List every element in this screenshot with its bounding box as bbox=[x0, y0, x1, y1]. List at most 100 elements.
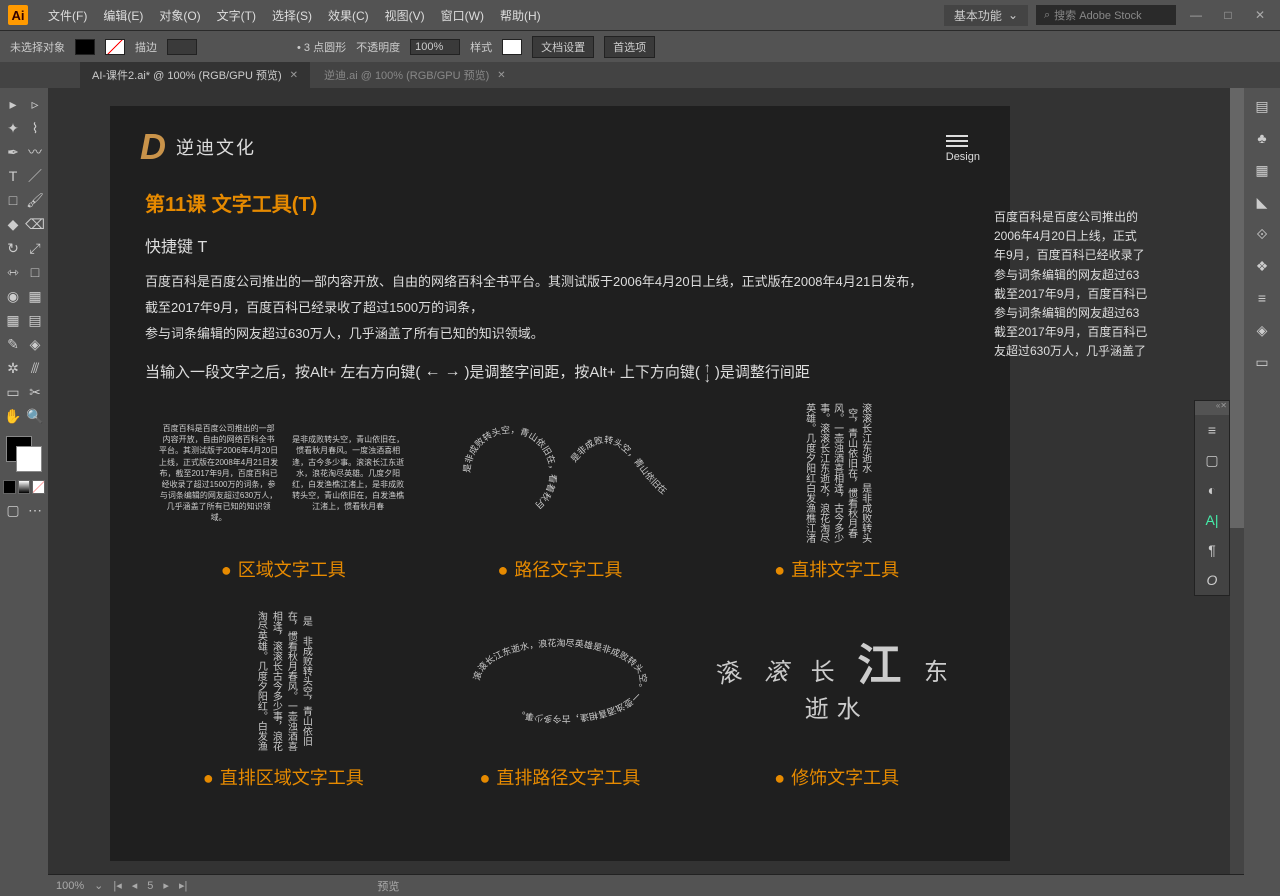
pen-tool[interactable]: ✒ bbox=[3, 141, 23, 163]
hand-tool[interactable]: ✋ bbox=[3, 405, 23, 427]
layers-icon[interactable]: ◈ bbox=[1252, 320, 1272, 340]
minimize-button[interactable]: — bbox=[1184, 6, 1208, 24]
stroke-weight-input[interactable] bbox=[167, 39, 197, 55]
selection-tool[interactable]: ▸ bbox=[3, 93, 23, 115]
symbols-icon[interactable]: ❖ bbox=[1252, 256, 1272, 276]
color-picker[interactable] bbox=[2, 436, 46, 476]
gradient-tool[interactable]: ▤ bbox=[25, 309, 45, 331]
rectangle-tool[interactable]: □ bbox=[3, 189, 23, 211]
artboards-icon[interactable]: ▭ bbox=[1252, 352, 1272, 372]
preview-mode: 预览 bbox=[377, 878, 399, 894]
screen-mode[interactable]: ▢ bbox=[3, 499, 23, 521]
free-transform-tool[interactable]: □ bbox=[25, 261, 45, 283]
menu-select[interactable]: 选择(S) bbox=[264, 7, 320, 24]
line-tool[interactable]: ／ bbox=[25, 165, 45, 187]
document-tab-active[interactable]: AI-课件2.ai* @ 100% (RGB/GPU 预览) ✕ bbox=[80, 62, 310, 88]
fill-swatch[interactable] bbox=[75, 39, 95, 55]
panel-icon-paragraph2[interactable]: ¶ bbox=[1195, 535, 1229, 565]
blend-tool[interactable]: ◈ bbox=[25, 333, 45, 355]
app-logo: Ai bbox=[8, 5, 28, 25]
width-tool[interactable]: ⇿ bbox=[3, 261, 23, 283]
menu-help[interactable]: 帮助(H) bbox=[492, 7, 549, 24]
design-label: Design bbox=[946, 151, 980, 163]
stroke-swatch[interactable] bbox=[105, 39, 125, 55]
lasso-tool[interactable]: ⌇ bbox=[25, 117, 45, 139]
doc-setup-button[interactable]: 文档设置 bbox=[532, 36, 594, 58]
menu-edit[interactable]: 编辑(E) bbox=[95, 7, 151, 24]
edit-toolbar[interactable]: ⋯ bbox=[25, 499, 45, 521]
close-button[interactable]: ✕ bbox=[1248, 6, 1272, 24]
brushes-icon[interactable]: ⟐ bbox=[1252, 224, 1272, 244]
nav-first-icon[interactable]: |◂ bbox=[113, 879, 121, 892]
curvature-tool[interactable]: 〰 bbox=[25, 141, 45, 163]
canvas[interactable]: D 逆迪文化 Design 第11课 文字工具(T) 快捷键 T 百度百科是百度… bbox=[48, 88, 1244, 896]
close-icon[interactable]: ✕ bbox=[497, 70, 505, 81]
stroke-icon[interactable]: ≡ bbox=[1252, 288, 1272, 308]
selection-status: 未选择对象 bbox=[10, 39, 65, 55]
fill-mode[interactable] bbox=[3, 480, 16, 494]
area-text-sample: 百度百科是百度公司推出的一部内容开放，自由的网络百科全书平台。其测试版于2006… bbox=[159, 423, 279, 524]
panel-icon-character[interactable]: A| bbox=[1195, 505, 1229, 535]
eraser-tool[interactable]: ⌫ bbox=[25, 213, 45, 235]
floating-panel[interactable]: «✕ ≡ ▢ ◐ A| ¶ O bbox=[1194, 400, 1230, 596]
style-swatch[interactable] bbox=[502, 39, 522, 55]
nav-prev-icon[interactable]: ◂ bbox=[132, 879, 138, 892]
scale-tool[interactable]: ⤢ bbox=[25, 237, 45, 259]
menu-object[interactable]: 对象(O) bbox=[151, 7, 208, 24]
brush-tool[interactable]: 🖌 bbox=[25, 189, 45, 211]
graph-tool[interactable]: ⫻ bbox=[25, 357, 45, 379]
path-text-sample: 是非成败转头空，青山依旧在，看着秋月 是非成败转头空，青山依旧在 bbox=[450, 403, 670, 543]
close-icon[interactable]: ✕ bbox=[290, 70, 298, 81]
rotate-tool[interactable]: ↻ bbox=[3, 237, 23, 259]
document-tab-inactive[interactable]: 逆迪.ai @ 100% (RGB/GPU 预览) ✕ bbox=[312, 62, 518, 88]
shape-builder-tool[interactable]: ◉ bbox=[3, 285, 23, 307]
shaper-tool[interactable]: ◆ bbox=[3, 213, 23, 235]
panel-icon-opentype[interactable]: O bbox=[1195, 565, 1229, 595]
mesh-tool[interactable]: ▦ bbox=[3, 309, 23, 331]
nav-next-icon[interactable]: ▸ bbox=[163, 879, 169, 892]
scrollbar-thumb[interactable] bbox=[1230, 88, 1244, 528]
direct-selection-tool[interactable]: ▹ bbox=[25, 93, 45, 115]
chevron-down-icon[interactable]: ⌄ bbox=[94, 879, 103, 892]
swatches-icon[interactable]: ◣ bbox=[1252, 192, 1272, 212]
menu-window[interactable]: 窗口(W) bbox=[433, 7, 492, 24]
menu-file[interactable]: 文件(F) bbox=[40, 7, 95, 24]
menu-type[interactable]: 文字(T) bbox=[209, 7, 264, 24]
workspace-label: 基本功能 bbox=[954, 7, 1002, 24]
maximize-button[interactable]: □ bbox=[1216, 6, 1240, 24]
menu-effect[interactable]: 效果(C) bbox=[320, 7, 377, 24]
label-vertical-path: ●直排路径文字工具 bbox=[435, 764, 684, 790]
type-tool[interactable]: T bbox=[3, 165, 23, 187]
nav-last-icon[interactable]: ▸| bbox=[179, 879, 187, 892]
gradient-mode[interactable] bbox=[18, 480, 31, 494]
label-vertical-area: ●直排区域文字工具 bbox=[159, 764, 408, 790]
panel-icon-transparency[interactable]: ◐ bbox=[1195, 475, 1229, 505]
titlebar: Ai 文件(F) 编辑(E) 对象(O) 文字(T) 选择(S) 效果(C) 视… bbox=[0, 0, 1280, 30]
libraries-icon[interactable]: ♣ bbox=[1252, 128, 1272, 148]
menu-view[interactable]: 视图(V) bbox=[377, 7, 433, 24]
color-icon[interactable]: ▦ bbox=[1252, 160, 1272, 180]
artboard-tool[interactable]: ▭ bbox=[3, 381, 23, 403]
magic-wand-tool[interactable]: ✦ bbox=[3, 117, 23, 139]
slice-tool[interactable]: ✂ bbox=[25, 381, 45, 403]
background-color[interactable] bbox=[16, 446, 42, 472]
artboard: D 逆迪文化 Design 第11课 文字工具(T) 快捷键 T 百度百科是百度… bbox=[110, 106, 1010, 861]
search-input[interactable]: ⌕ 搜索 Adobe Stock bbox=[1036, 5, 1176, 25]
zoom-level[interactable]: 100% bbox=[56, 880, 84, 892]
perspective-tool[interactable]: ▦ bbox=[25, 285, 45, 307]
eyedropper-tool[interactable]: ✎ bbox=[3, 333, 23, 355]
prefs-button[interactable]: 首选项 bbox=[604, 36, 655, 58]
panel-icon-appearance[interactable]: ▢ bbox=[1195, 445, 1229, 475]
zoom-tool[interactable]: 🔍 bbox=[25, 405, 45, 427]
properties-icon[interactable]: ▤ bbox=[1252, 96, 1272, 116]
close-icon[interactable]: ✕ bbox=[1220, 401, 1227, 415]
symbol-sprayer-tool[interactable]: ✲ bbox=[3, 357, 23, 379]
opacity-input[interactable] bbox=[410, 39, 460, 55]
statusbar: 100% ⌄ |◂ ◂ 5 ▸ ▸| 预览 bbox=[48, 874, 1244, 896]
svg-text:是非成败转头空，青山依旧在: 是非成败转头空，青山依旧在 bbox=[569, 434, 669, 496]
none-mode[interactable] bbox=[32, 480, 45, 494]
panel-icon-paragraph[interactable]: ≡ bbox=[1195, 415, 1229, 445]
workspace-selector[interactable]: 基本功能 ⌄ bbox=[944, 5, 1028, 26]
vertical-scrollbar[interactable] bbox=[1230, 88, 1244, 874]
label-area-type: ●区域文字工具 bbox=[159, 556, 408, 582]
